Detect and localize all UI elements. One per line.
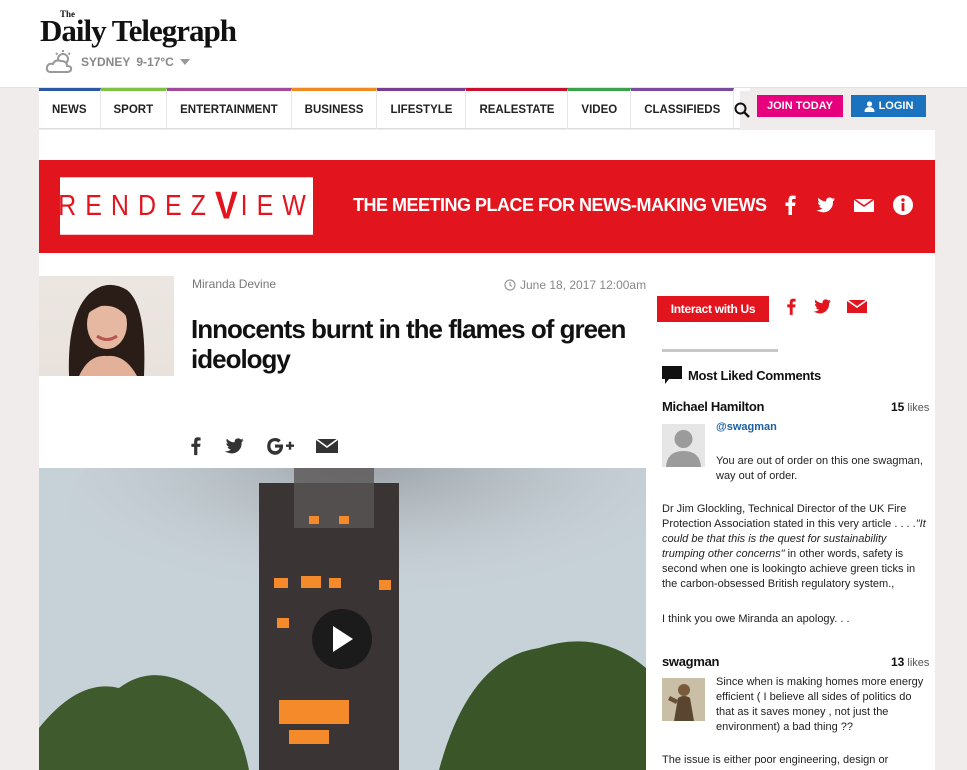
google-plus-icon[interactable]	[266, 437, 294, 455]
weather-widget[interactable]: SYDNEY 9-17°C	[45, 50, 190, 74]
rendezview-banner: RENDEZ V IEW THE MEETING PLACE FOR NEWS-MA…	[39, 160, 935, 253]
email-icon[interactable]	[316, 439, 338, 453]
avatar	[662, 424, 705, 467]
top-bar: The Daily Telegraph SYDNEY 9-17°C	[0, 0, 967, 88]
author-name[interactable]: Miranda Devine	[192, 277, 276, 291]
nav-item-entertainment[interactable]: ENTERTAINMENT	[167, 88, 292, 129]
author-photo	[39, 276, 174, 376]
chevron-down-icon[interactable]	[179, 59, 190, 65]
user-icon	[864, 100, 875, 112]
main-nav: NEWS SPORT ENTERTAINMENT BUSINESS LIFESTYLE R…	[39, 88, 751, 129]
likes-count: 13	[891, 655, 905, 669]
share-bar	[190, 436, 338, 456]
comment-text: Dr Jim Glockling, Technical Director of …	[662, 503, 916, 530]
user-avatar-image	[662, 678, 705, 721]
sidebar-social	[786, 298, 867, 315]
info-icon[interactable]	[893, 195, 913, 215]
comment-text: Since when is making homes more energy e…	[716, 676, 924, 733]
search-button[interactable]	[734, 88, 751, 128]
comment-body: The issue is either poor engineering, de…	[662, 754, 889, 766]
login-label: LOGIN	[878, 100, 914, 112]
weather-city: SYDNEY	[81, 55, 131, 69]
likes-label: likes	[907, 657, 930, 669]
email-icon[interactable]	[854, 198, 874, 212]
likes-count: 15	[891, 400, 905, 414]
comment-icon	[662, 366, 682, 384]
cloud-sun-icon	[45, 50, 73, 73]
facebook-icon[interactable]	[784, 195, 796, 215]
comment-body: Dr Jim Glockling, Technical Director of …	[662, 502, 928, 592]
twitter-icon[interactable]	[812, 298, 831, 315]
weather-temp: 9-17°C	[136, 55, 174, 69]
logo-name: Daily Telegraph	[40, 13, 237, 48]
article-video[interactable]	[39, 468, 646, 770]
article-headline: Innocents burnt in the flames of green i…	[191, 314, 626, 374]
avatar	[662, 678, 705, 721]
most-liked-heading: Most Liked Comments	[662, 366, 821, 384]
play-button[interactable]	[312, 609, 372, 669]
most-liked-label: Most Liked Comments	[688, 367, 821, 383]
article-date: June 18, 2017 12:00am	[504, 278, 646, 292]
comment-author[interactable]: swagman	[662, 654, 719, 669]
search-icon	[734, 102, 751, 118]
facebook-icon[interactable]	[786, 298, 796, 315]
comment-likes: 13 likes	[891, 655, 929, 669]
logo-part-v: V	[214, 183, 241, 228]
interact-with-us-button[interactable]: Interact with Us	[657, 296, 769, 322]
likes-label: likes	[907, 402, 930, 414]
login-button[interactable]: LOGIN	[851, 95, 926, 117]
nav-item-lifestyle[interactable]: LIFESTYLE	[377, 88, 467, 129]
nav-item-realestate[interactable]: REALESTATE	[466, 88, 569, 129]
nav-item-sport[interactable]: SPORT	[100, 88, 168, 129]
comment-reply-text: You are out of order on this one swagman…	[716, 455, 923, 482]
nav-item-news[interactable]: NEWS	[39, 88, 101, 129]
sidebar-divider	[662, 349, 778, 352]
nav-item-business[interactable]: BUSINESS	[291, 88, 378, 129]
clock-icon	[504, 279, 516, 291]
comment-likes: 15 likes	[891, 400, 929, 414]
nav-item-classifieds[interactable]: CLASSIFIEDS	[631, 88, 735, 129]
reply-handle[interactable]: @swagman	[716, 421, 777, 433]
nav-item-video[interactable]: VIDEO	[568, 88, 632, 129]
email-icon[interactable]	[847, 300, 867, 313]
comment-author[interactable]: Michael Hamilton	[662, 399, 764, 414]
twitter-icon[interactable]	[223, 437, 244, 455]
logo-part-left: RENDEZ	[58, 189, 215, 222]
date-text: June 18, 2017 12:00am	[520, 278, 647, 292]
banner-social	[784, 195, 913, 215]
join-today-button[interactable]: JOIN TODAY	[757, 95, 843, 117]
play-icon	[333, 626, 353, 652]
comment-body: I think you owe Miranda an apology. . .	[662, 613, 850, 625]
rendezview-logo[interactable]: RENDEZ V IEW	[58, 177, 315, 235]
twitter-icon[interactable]	[815, 197, 835, 214]
facebook-icon[interactable]	[190, 436, 201, 456]
default-user-icon	[666, 430, 701, 467]
banner-tagline: THE MEETING PLACE FOR NEWS-MAKING VIEWS	[353, 195, 767, 215]
logo-part-right: IEW	[240, 189, 315, 222]
